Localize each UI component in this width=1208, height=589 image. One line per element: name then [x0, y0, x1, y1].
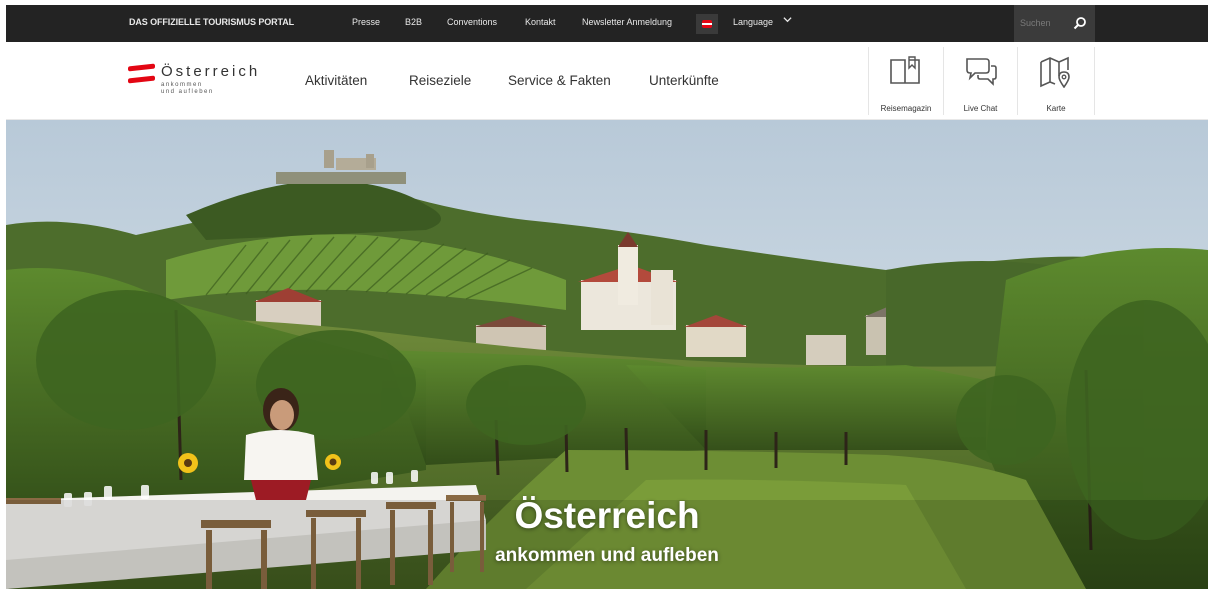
nav-item-unterkuenfte[interactable]: Unterkünfte: [649, 73, 719, 88]
oesterreich-logo[interactable]: Österreich ankommen und aufleben: [128, 63, 278, 101]
portal-brand-text: DAS OFFIZIELLE TOURISMUS PORTAL: [129, 17, 295, 27]
quick-link-reisemagazin[interactable]: Reisemagazin: [869, 42, 943, 119]
quick-link-label: Live Chat: [963, 104, 998, 113]
main-nav-bar: Österreich ankommen und aufleben Aktivit…: [6, 42, 1208, 120]
logo-name: Österreich: [161, 63, 261, 80]
topbar-link-presse[interactable]: Presse: [352, 17, 380, 27]
map-pin-icon: [1040, 56, 1070, 88]
book-icon: [890, 56, 920, 84]
chat-bubbles-icon: [966, 58, 997, 86]
topbar-link-b2b[interactable]: B2B: [405, 17, 422, 27]
logo-mark-top: [128, 63, 155, 72]
logo-mark-bottom: [128, 75, 155, 84]
quick-link-karte[interactable]: Karte: [1018, 42, 1094, 119]
logo-tagline-1: ankommen: [161, 82, 203, 88]
search-icon[interactable]: [1073, 16, 1087, 30]
hero-title: Österreich: [514, 495, 700, 536]
nav-item-aktivitaeten[interactable]: Aktivitäten: [305, 73, 367, 88]
language-selector[interactable]: Language: [733, 17, 773, 27]
austria-flag-icon[interactable]: [696, 14, 718, 34]
quick-link-label: Karte: [1046, 104, 1066, 113]
browser-page: DAS OFFIZIELLE TOURISMUS PORTAL Presse B…: [6, 5, 1208, 589]
hero-banner: Österreich ankommen und aufleben: [6, 120, 1208, 589]
hero-subtitle: ankommen und aufleben: [495, 545, 719, 566]
nav-item-service-fakten[interactable]: Service & Fakten: [508, 73, 611, 88]
topbar-link-kontakt[interactable]: Kontakt: [525, 17, 556, 27]
divider: [1094, 47, 1095, 115]
search-box: [1014, 5, 1095, 42]
nav-item-reiseziele[interactable]: Reiseziele: [409, 73, 471, 88]
quick-link-live-chat[interactable]: Live Chat: [944, 42, 1017, 119]
topbar-link-newsletter[interactable]: Newsletter Anmeldung: [582, 17, 672, 27]
topbar-link-conventions[interactable]: Conventions: [447, 17, 497, 27]
search-input[interactable]: [1020, 15, 1068, 31]
top-bar: DAS OFFIZIELLE TOURISMUS PORTAL Presse B…: [6, 5, 1208, 42]
logo-tagline-2: und aufleben: [161, 89, 214, 95]
chevron-down-icon: [783, 15, 792, 27]
quick-link-label: Reisemagazin: [880, 104, 932, 113]
